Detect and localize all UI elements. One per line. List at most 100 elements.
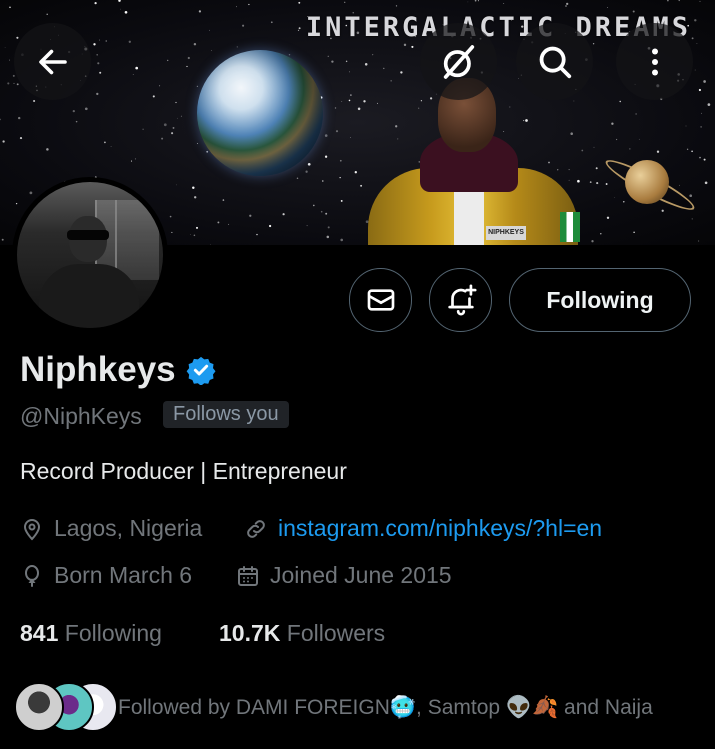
star xyxy=(341,101,343,102)
star xyxy=(296,177,299,179)
followed-by-text[interactable]: Followed by DAMI FOREIGN🥶, Samtop 👽🍂 and… xyxy=(118,696,653,720)
star xyxy=(298,1,301,4)
search-button[interactable] xyxy=(516,23,593,100)
star xyxy=(411,45,414,48)
star xyxy=(192,186,195,190)
star xyxy=(97,62,100,65)
star xyxy=(615,138,618,141)
star xyxy=(187,56,190,60)
star xyxy=(248,3,250,6)
star xyxy=(16,83,19,86)
star xyxy=(9,6,11,9)
message-button[interactable] xyxy=(349,268,412,332)
star xyxy=(120,8,121,10)
star xyxy=(324,155,328,158)
star xyxy=(297,29,300,31)
star xyxy=(596,182,599,185)
user-handle: @NiphKeys xyxy=(20,403,142,429)
star xyxy=(2,140,5,143)
birthday-text: Born March 6 xyxy=(54,562,193,588)
star xyxy=(198,10,202,13)
followers-stat[interactable]: 10.7K Followers xyxy=(219,620,385,647)
joined-item: Joined June 2015 xyxy=(236,562,452,589)
star xyxy=(12,74,15,77)
star xyxy=(698,240,700,242)
star xyxy=(350,136,352,138)
star xyxy=(581,149,584,152)
grok-button[interactable] xyxy=(420,23,497,100)
star xyxy=(340,199,343,202)
star xyxy=(190,233,192,235)
star xyxy=(327,226,330,229)
star xyxy=(606,216,610,219)
flag-patch xyxy=(560,212,580,242)
star xyxy=(72,109,75,113)
star xyxy=(193,42,197,46)
star xyxy=(685,125,687,127)
star xyxy=(474,0,477,2)
star xyxy=(161,137,164,140)
profile-avatar[interactable] xyxy=(12,177,168,333)
star xyxy=(331,60,334,63)
star xyxy=(694,19,697,22)
star xyxy=(656,150,660,153)
website-link[interactable]: instagram.com/niphkeys/?hl=en xyxy=(278,515,602,542)
star xyxy=(84,107,88,111)
followed-by-avatars[interactable] xyxy=(14,682,118,732)
following-stat[interactable]: 841 Following xyxy=(20,620,162,647)
star xyxy=(678,184,680,186)
star xyxy=(395,5,398,7)
earth-planet xyxy=(197,50,323,176)
star xyxy=(591,240,594,243)
star xyxy=(661,209,664,212)
star xyxy=(99,39,101,41)
star xyxy=(193,234,196,237)
star xyxy=(209,29,210,31)
star xyxy=(270,21,273,24)
star xyxy=(196,226,198,229)
star xyxy=(128,40,131,43)
grok-slash-icon xyxy=(443,44,474,79)
avatar-image xyxy=(17,182,163,328)
star xyxy=(135,66,139,70)
link-icon xyxy=(247,519,265,538)
more-vertical-icon xyxy=(651,48,658,75)
star xyxy=(344,1,346,3)
star xyxy=(707,103,711,106)
star xyxy=(623,201,625,203)
bell-plus-icon xyxy=(447,284,477,316)
star xyxy=(327,55,329,57)
website-item[interactable]: instagram.com/niphkeys/?hl=en xyxy=(244,515,602,542)
star xyxy=(94,1,97,5)
star xyxy=(93,43,96,46)
star xyxy=(171,231,173,233)
star xyxy=(565,5,567,7)
location-pin-icon xyxy=(23,518,41,540)
star xyxy=(210,244,211,245)
star xyxy=(228,223,230,225)
search-icon xyxy=(539,46,571,78)
star xyxy=(29,191,33,195)
star xyxy=(691,218,693,220)
star xyxy=(354,171,357,174)
star xyxy=(288,53,291,56)
notify-button[interactable] xyxy=(429,268,492,332)
star xyxy=(110,146,112,148)
star xyxy=(96,92,99,96)
more-options-button[interactable] xyxy=(616,23,693,100)
back-button[interactable] xyxy=(14,23,91,100)
following-button[interactable]: Following xyxy=(509,268,691,332)
star xyxy=(363,100,366,103)
star xyxy=(689,194,693,198)
star xyxy=(163,123,167,127)
star xyxy=(196,85,199,88)
star xyxy=(477,0,479,2)
star xyxy=(667,0,669,2)
star xyxy=(313,204,315,207)
star xyxy=(467,1,469,3)
star xyxy=(322,180,324,182)
star xyxy=(180,115,182,117)
star xyxy=(335,130,339,133)
verified-badge-icon[interactable] xyxy=(186,355,216,385)
star xyxy=(700,126,702,128)
